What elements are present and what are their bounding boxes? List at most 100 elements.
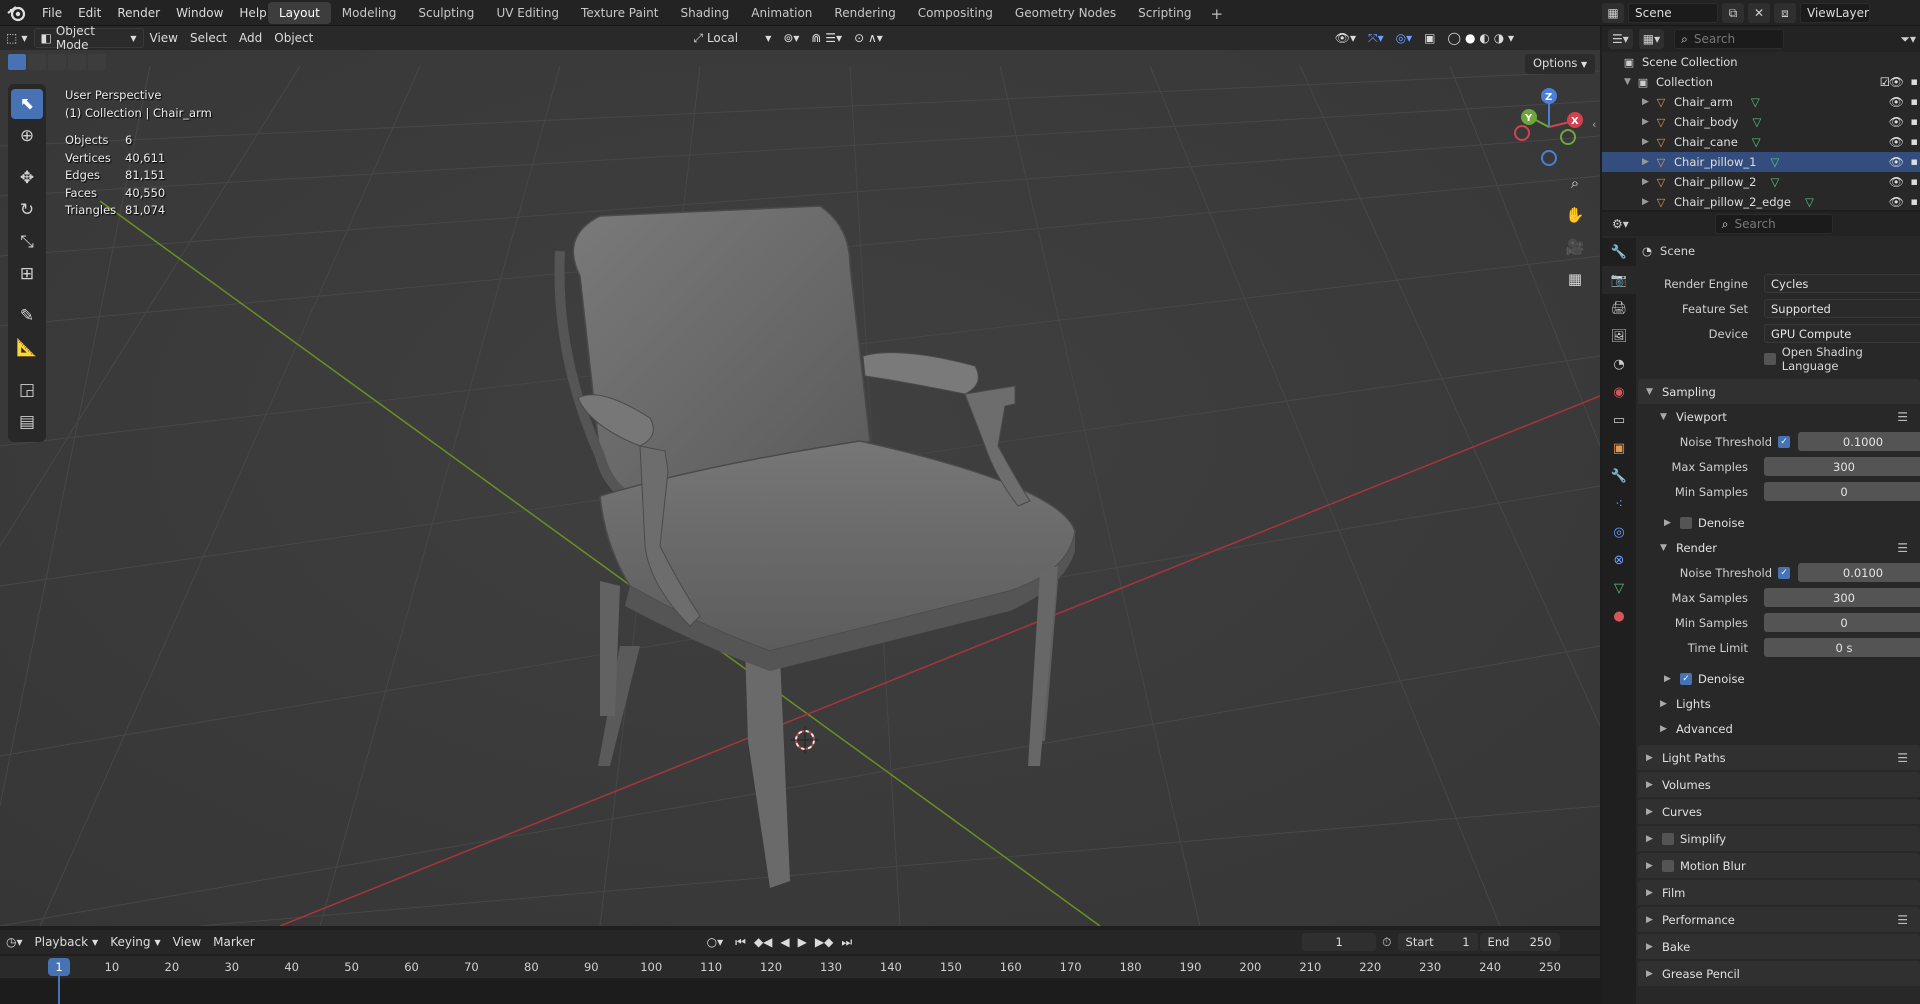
chevron-right-icon[interactable]: ▶: [1642, 157, 1654, 167]
chevron-right-icon[interactable]: ▶: [1642, 177, 1654, 187]
camera-icon[interactable]: ▪: [1911, 95, 1918, 108]
select-extend-icon[interactable]: [28, 54, 46, 70]
sidebar-toggle-icon[interactable]: ‹: [1592, 118, 1596, 131]
annotate-tool-icon[interactable]: ✎: [11, 301, 43, 331]
visibility-icon[interactable]: 👁▾: [1329, 28, 1362, 48]
playhead-line[interactable]: [58, 974, 60, 1004]
film-panel[interactable]: ▶ Film: [1638, 880, 1920, 905]
noise-threshold-checkbox[interactable]: ✓: [1778, 435, 1790, 448]
eye-icon[interactable]: 👁: [1889, 75, 1904, 89]
light-paths-panel[interactable]: ▶ Light Paths ☰: [1638, 745, 1920, 770]
editor-type-button[interactable]: ⬚ ▼: [0, 28, 34, 48]
timeline-editor-type-icon[interactable]: ◷▾: [0, 932, 29, 952]
play-icon[interactable]: ▶: [798, 935, 807, 949]
new-scene-icon[interactable]: ⧉: [1722, 3, 1744, 23]
outliner-item[interactable]: ▶ ▽ Chair_arm ▽ 👁 ▪: [1602, 92, 1920, 112]
play-reverse-icon[interactable]: ◀: [780, 935, 789, 949]
r-max-samples-field[interactable]: 300: [1764, 588, 1920, 607]
performance-panel[interactable]: ▶ Performance ☰: [1638, 907, 1920, 932]
select-intersect-icon[interactable]: [88, 54, 106, 70]
outliner-item[interactable]: ▶ ▽ Chair_cane ▽ 👁 ▪: [1602, 132, 1920, 152]
outliner-item-selected[interactable]: ▶ ▽ Chair_pillow_1 ▽ 👁 ▪: [1602, 152, 1920, 172]
playback-menu[interactable]: Playback ▼: [29, 932, 105, 952]
playhead-frame-indicator[interactable]: 1: [48, 958, 70, 976]
collection-tab-icon[interactable]: ▭: [1602, 406, 1636, 434]
menu-window[interactable]: Window: [168, 0, 231, 26]
outliner-collection[interactable]: ▼ ▣ Collection ☑ 👁 ▪: [1602, 72, 1920, 92]
constraints-tab-icon[interactable]: ⊗: [1602, 546, 1636, 574]
tab-uv-editing[interactable]: UV Editing: [485, 2, 570, 24]
outliner-item[interactable]: ▶ ▽ Chair_pillow_2 ▽ 👁 ▪: [1602, 172, 1920, 192]
outliner-scene-collection[interactable]: ▣ Scene Collection: [1602, 52, 1920, 72]
select-subtract-icon[interactable]: [48, 54, 66, 70]
r-noise-threshold-field[interactable]: 0.0100: [1798, 563, 1920, 582]
list-presets-icon[interactable]: ☰: [1897, 913, 1908, 927]
select-invert-icon[interactable]: [68, 54, 86, 70]
eye-icon[interactable]: 👁: [1889, 135, 1904, 149]
pan-hand-icon[interactable]: ✋: [1564, 204, 1586, 226]
list-presets-icon[interactable]: ☰: [1897, 410, 1908, 424]
snap-toggle-icon[interactable]: ⋒ ☰▾: [805, 28, 848, 48]
tab-scripting[interactable]: Scripting: [1127, 2, 1202, 24]
curves-panel[interactable]: ▶ Curves: [1638, 799, 1920, 824]
simplify-panel[interactable]: ▶ Simplify: [1638, 826, 1920, 851]
eye-icon[interactable]: 👁: [1889, 95, 1904, 109]
view-layer-browse-icon[interactable]: ⧈: [1774, 3, 1796, 23]
list-presets-icon[interactable]: ☰: [1897, 751, 1908, 765]
menu-render[interactable]: Render: [109, 0, 168, 26]
tab-sculpting[interactable]: Sculpting: [407, 2, 485, 24]
shading-mode-buttons[interactable]: ◯ ● ◐ ◑ ▾: [1442, 28, 1521, 48]
vp-noise-threshold-field[interactable]: 0.1000: [1798, 432, 1920, 451]
r-denoise-subpanel[interactable]: ▶ ✓ Denoise: [1638, 666, 1920, 691]
osl-checkbox[interactable]: [1764, 352, 1776, 365]
lights-subpanel[interactable]: ▶ Lights: [1638, 691, 1920, 716]
outliner-item[interactable]: ▶ ▽ Chair_pillow_2_edge ▽ 👁 ▪: [1602, 192, 1920, 212]
chevron-right-icon[interactable]: ▶: [1642, 197, 1654, 207]
device-dropdown[interactable]: GPU Compute: [1764, 324, 1920, 343]
chevron-right-icon[interactable]: ▶: [1642, 97, 1654, 107]
outliner-search-input[interactable]: ⌕ Search: [1674, 29, 1785, 49]
filter-icon[interactable]: ⏷▾: [1896, 29, 1920, 49]
menu-view[interactable]: View: [144, 28, 184, 48]
keying-menu[interactable]: Keying ▼: [104, 932, 166, 952]
render-subpanel-header[interactable]: ▼ Render ☰: [1638, 535, 1920, 560]
render-engine-dropdown[interactable]: Cycles: [1764, 274, 1920, 293]
select-new-icon[interactable]: [8, 54, 26, 70]
time-limit-field[interactable]: 0 s: [1764, 638, 1920, 657]
tool-tab-icon[interactable]: 🔧: [1602, 238, 1636, 266]
xray-toggle-icon[interactable]: ▣: [1418, 28, 1441, 48]
outliner-editor-type-icon[interactable]: ☰▾: [1608, 29, 1633, 49]
start-frame-field[interactable]: Start 1: [1397, 933, 1478, 951]
physics-tab-icon[interactable]: ◎: [1602, 518, 1636, 546]
view-layer-tab-icon[interactable]: 🖼: [1602, 322, 1636, 350]
display-mode-icon[interactable]: ▦▾: [1638, 29, 1665, 49]
prev-keyframe-icon[interactable]: ◆◀: [754, 935, 772, 949]
viewport-subpanel-header[interactable]: ▼ Viewport ☰: [1638, 404, 1920, 429]
noise-threshold-checkbox[interactable]: ✓: [1778, 566, 1790, 579]
move-tool-icon[interactable]: ✥: [11, 163, 43, 193]
scale-tool-icon[interactable]: ⤡: [11, 227, 43, 257]
next-keyframe-icon[interactable]: ▶◆: [815, 935, 833, 949]
tab-rendering[interactable]: Rendering: [823, 2, 906, 24]
scene-browse-icon[interactable]: ▦: [1602, 3, 1624, 23]
eye-icon[interactable]: 👁: [1889, 175, 1904, 189]
outliner-item[interactable]: ▶ ▽ Chair_body ▽ 👁 ▪: [1602, 112, 1920, 132]
camera-icon[interactable]: ▪: [1911, 175, 1918, 188]
extrude-tool-icon[interactable]: ▤: [11, 407, 43, 437]
vp-max-samples-field[interactable]: 300: [1764, 457, 1920, 476]
jump-end-icon[interactable]: ⏭: [841, 935, 852, 950]
vp-denoise-subpanel[interactable]: ▶ Denoise: [1638, 510, 1920, 535]
properties-editor-type-icon[interactable]: ⚙▾: [1608, 214, 1633, 234]
blender-logo-icon[interactable]: [6, 3, 28, 23]
properties-search-input[interactable]: ⌕ Search: [1714, 214, 1833, 234]
bake-panel[interactable]: ▶ Bake: [1638, 934, 1920, 959]
menu-edit[interactable]: Edit: [70, 0, 109, 26]
eye-icon[interactable]: 👁: [1889, 195, 1904, 209]
scene-field[interactable]: Scene: [1628, 3, 1718, 23]
camera-view-icon[interactable]: 🎥: [1564, 236, 1586, 258]
pivot-point-icon[interactable]: ⊚▾: [777, 28, 805, 48]
grease-pencil-panel[interactable]: ▶ Grease Pencil: [1638, 961, 1920, 986]
transform-tool-icon[interactable]: ⊞: [11, 259, 43, 289]
mode-dropdown[interactable]: ◧ Object Mode ▼: [33, 26, 144, 52]
frame-ruler[interactable]: 10 20 30 40 50 60 70 80 90 100 110 120 130 140 150 160 1…: [0, 956, 1600, 978]
